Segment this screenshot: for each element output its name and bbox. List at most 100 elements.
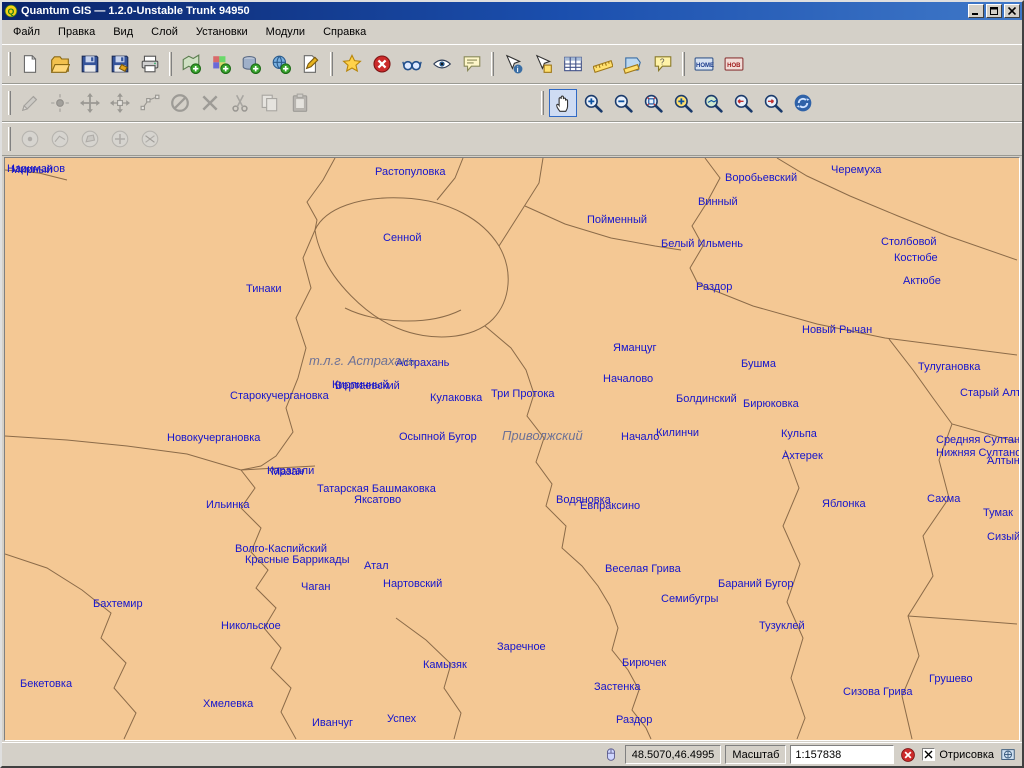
folder-open-button[interactable] [46,50,74,78]
toolbar-handle[interactable] [541,91,544,115]
capture-point-round-icon [20,129,40,149]
measure-line-button[interactable] [589,50,617,78]
file-save-as-button[interactable] [106,50,134,78]
capture-point-button[interactable] [46,89,74,117]
annotation-bubble-button[interactable] [458,50,486,78]
attribute-table-icon [563,54,583,74]
minimize-button[interactable] [968,4,984,18]
menu-Справка[interactable]: Справка [314,22,375,42]
cut-features-button[interactable] [226,89,254,117]
identify-glasses-button[interactable] [398,50,426,78]
home-bookmark-button[interactable]: HOME [690,50,718,78]
close-icon [1008,7,1016,15]
map-label: Сизый Бугор [987,531,1019,543]
add-wms-layer-icon [271,54,291,74]
menu-Модули[interactable]: Модули [257,22,314,42]
new-bookmark-star-button[interactable] [338,50,366,78]
toolbar-handle[interactable] [8,52,11,76]
identify-cursor-button[interactable]: i [499,50,527,78]
map-label: Средняя Султановка [936,434,1019,446]
add-wms-layer-button[interactable] [267,50,295,78]
capture-point-round-button[interactable] [16,125,44,153]
zoom-out-button[interactable] [609,89,637,117]
move-feature-button[interactable] [76,89,104,117]
identify-cursor-icon: i [503,54,523,74]
move-vertex-button[interactable] [106,89,134,117]
close-button[interactable] [1004,4,1020,18]
copy-features-button[interactable] [256,89,284,117]
window-controls [968,4,1020,18]
remove-layer-button[interactable] [368,50,396,78]
toolbar-handle[interactable] [169,52,172,76]
map-label: Камызяк [423,659,467,671]
add-vector-layer-button[interactable] [177,50,205,78]
map-label: Сахма [927,493,960,505]
annotation-bubble-icon [462,54,482,74]
map-label: Тузуклей [759,620,805,632]
menu-Правка[interactable]: Правка [49,22,104,42]
move-feature-round-button[interactable] [106,125,134,153]
map-label: Бушма [741,358,776,370]
home-bookmark-icon: HOME [694,54,714,74]
new-bookmark-star-icon [342,54,362,74]
print-button[interactable] [136,50,164,78]
add-postgis-layer-button[interactable] [237,50,265,78]
map-label: Застенка [594,681,641,693]
zoom-next-button[interactable] [759,89,787,117]
zoom-layer-button[interactable] [699,89,727,117]
zoom-in-button[interactable] [579,89,607,117]
map-label: Новый Рычан [802,324,872,336]
capture-line-round-button[interactable] [46,125,74,153]
attribute-table-button[interactable] [559,50,587,78]
stop-render-button[interactable] [898,745,918,765]
file-new-button[interactable] [16,50,44,78]
node-tool-button[interactable] [136,89,164,117]
map-label: Грушево [929,673,973,685]
file-save-icon [80,54,100,74]
toolbar-handle[interactable] [330,52,333,76]
toolbar-handle[interactable] [682,52,685,76]
zoom-selected-button[interactable] [669,89,697,117]
maximize-button[interactable] [986,4,1002,18]
svg-text:Q: Q [8,6,15,16]
add-raster-layer-button[interactable] [207,50,235,78]
zoom-last-button[interactable] [729,89,757,117]
map-label: Чаган [301,581,330,593]
menu-Файл[interactable]: Файл [4,22,49,42]
custom-home-bookmark-button[interactable]: НОВ [720,50,748,78]
split-feature-round-button[interactable] [136,125,164,153]
coordinate-capture-button[interactable] [601,745,621,765]
toolbar-handle[interactable] [8,91,11,115]
map-label: Атал [364,560,389,572]
district-boundary [690,158,720,284]
district-boundary [345,308,461,321]
toolbar-handle[interactable] [491,52,494,76]
map-label: Вертаевский [335,380,400,392]
scale-input[interactable] [790,745,894,764]
zoom-full-button[interactable] [639,89,667,117]
map-label: Черемуха [831,164,881,176]
map-tips-bubble-button[interactable]: ? [649,50,677,78]
render-checkbox[interactable] [922,748,935,761]
crs-status-button[interactable] [998,745,1018,765]
menu-Слой[interactable]: Слой [142,22,187,42]
capture-polygon-round-button[interactable] [76,125,104,153]
custom-home-bookmark-icon: НОВ [724,54,744,74]
delete-vertex-button[interactable] [196,89,224,117]
refresh-button[interactable] [789,89,817,117]
map-canvas[interactable]: НаримановМирныйРастопуловкаВоробьевскийЧ… [5,158,1019,740]
show-map-tips-eye-button[interactable] [428,50,456,78]
map-label: Старый Алтынжар [960,387,1019,399]
new-vector-layer-button[interactable] [297,50,325,78]
measure-area-button[interactable] [619,50,647,78]
titlebar[interactable]: Q Quantum GIS — 1.2.0-Unstable Trunk 949… [2,2,1022,20]
select-cursor-button[interactable] [529,50,557,78]
menu-Вид[interactable]: Вид [104,22,142,42]
toolbar-handle[interactable] [8,127,11,151]
menu-Установки[interactable]: Установки [187,22,257,42]
delete-selected-button[interactable] [166,89,194,117]
file-save-button[interactable] [76,50,104,78]
pan-hand-button[interactable] [549,89,577,117]
toggle-editing-pencil-button[interactable] [16,89,44,117]
paste-features-button[interactable] [286,89,314,117]
